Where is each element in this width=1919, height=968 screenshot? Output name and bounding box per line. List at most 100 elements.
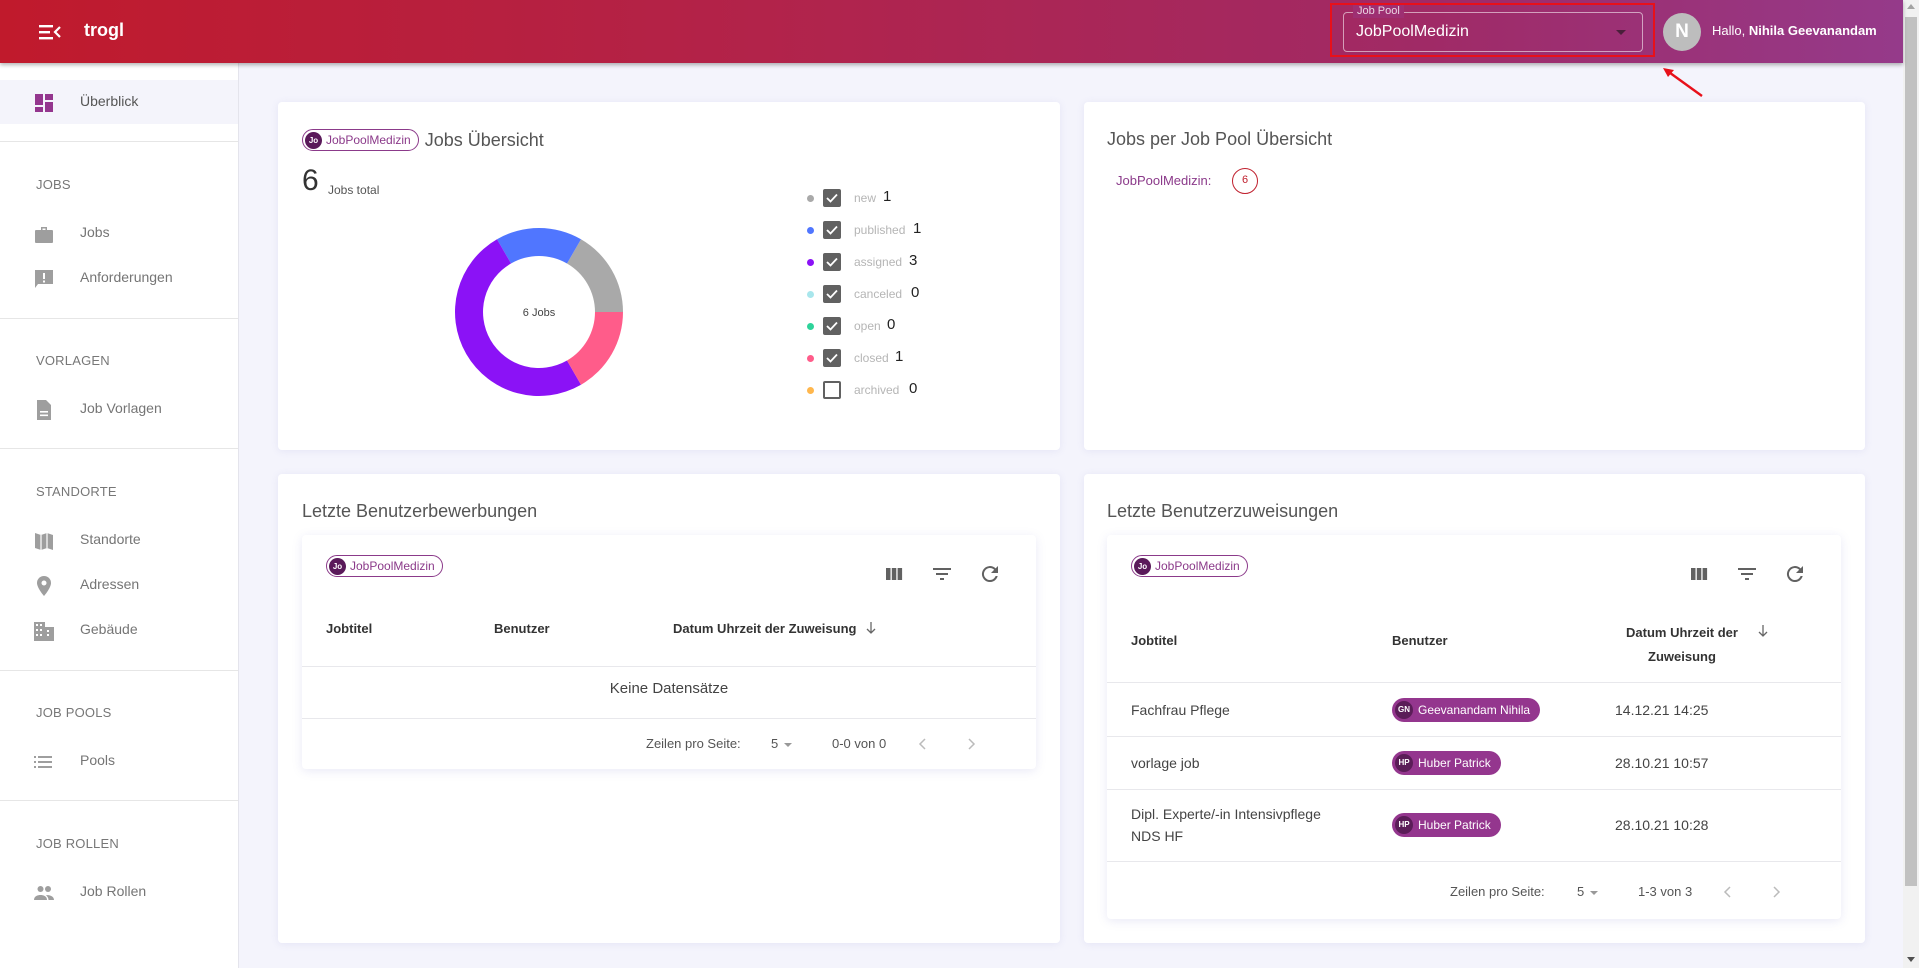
column-header-jobtitle[interactable]: Jobtitel [1131, 633, 1177, 648]
next-page-icon[interactable] [1766, 882, 1786, 902]
sidebar-divider [0, 670, 238, 671]
cell-date: 28.10.21 10:57 [1615, 754, 1709, 771]
legend-count: 0 [911, 284, 920, 301]
user-chip-label: Huber Patrick [1418, 818, 1491, 832]
sidebar-item-jobs[interactable]: Jobs [0, 211, 238, 255]
sidebar-item-locations[interactable]: Standorte [0, 518, 238, 562]
legend-checkbox[interactable] [823, 381, 841, 399]
user-greeting[interactable]: Hallo, Nihila Geevanandam [1712, 23, 1877, 38]
menu-open-icon [39, 25, 61, 40]
previous-page-icon[interactable] [1718, 882, 1738, 902]
map-icon [35, 533, 53, 550]
column-header-date[interactable]: Datum Uhrzeit der Zuweisung [1617, 621, 1747, 669]
filter-icon[interactable] [930, 562, 954, 586]
chip-avatar: Jo [305, 131, 322, 149]
user-chip[interactable]: HP Huber Patrick [1392, 750, 1501, 775]
rows-per-page-label: Zeilen pro Seite: [646, 736, 741, 751]
refresh-icon[interactable] [1783, 562, 1807, 586]
sort-descending-icon[interactable] [1756, 624, 1770, 638]
empty-table-message: Keine Datensätze [609, 680, 729, 697]
recent-assignments-card: Letzte Benutzerzuweisungen Jo JobPoolMed… [1084, 474, 1865, 943]
jobs-overview-card: Jo JobPoolMedizin Jobs Übersicht 6 Jobs … [278, 102, 1060, 450]
row-divider [1107, 861, 1841, 862]
sidebar-item-overview[interactable]: Überblick [0, 80, 238, 124]
checkmark-icon [826, 353, 838, 363]
refresh-icon[interactable] [978, 562, 1002, 586]
job-pool-select[interactable]: Job Pool JobPoolMedizin [1343, 5, 1643, 52]
legend-checkbox[interactable] [823, 317, 841, 335]
columns-icon[interactable] [882, 562, 906, 586]
job-pool-chip[interactable]: Jo JobPoolMedizin [302, 129, 419, 151]
job-pool-filter-chip[interactable]: Jo JobPoolMedizin [326, 555, 443, 577]
legend-label: new [854, 191, 877, 205]
cell-date: 28.10.21 10:28 [1615, 817, 1709, 833]
column-header-user[interactable]: Benutzer [1392, 633, 1448, 648]
cell-jobtitle: Fachfrau Pflege [1131, 701, 1230, 718]
column-header-date[interactable]: Datum Uhrzeit der Zuweisung [673, 621, 878, 636]
sidebar-item-buildings[interactable]: Gebäude [0, 608, 238, 652]
pool-name-link[interactable]: JobPoolMedizin: [1116, 173, 1211, 188]
chip-label: JobPoolMedizin [350, 559, 435, 573]
legend-checkbox[interactable] [823, 221, 841, 239]
donut-slice-published[interactable] [497, 228, 581, 264]
sidebar-divider [0, 318, 238, 319]
dropdown-caret-icon [1590, 890, 1599, 895]
scroll-up-arrow-icon[interactable] [1907, 4, 1915, 9]
row-divider [302, 718, 1036, 719]
rows-per-page-select[interactable]: 5 [771, 736, 793, 751]
legend-checkbox[interactable] [823, 189, 841, 207]
sidebar-item-addresses[interactable]: Adressen [0, 563, 238, 607]
columns-icon[interactable] [1687, 562, 1711, 586]
sidebar-item-label: Adressen [80, 576, 140, 592]
column-header-user[interactable]: Benutzer [494, 621, 550, 636]
legend-color-dot [807, 259, 814, 266]
sidebar-section-job-roles: JOB ROLLEN [36, 836, 119, 851]
previous-page-icon[interactable] [913, 734, 933, 754]
user-name: Nihila Geevanandam [1748, 23, 1877, 38]
column-header-jobtitle[interactable]: Jobtitel [326, 621, 372, 636]
rows-per-page-select[interactable]: 5 [1577, 884, 1599, 899]
sidebar-item-pools[interactable]: Pools [0, 739, 238, 783]
card-title: Letzte Benutzerzuweisungen [1107, 501, 1339, 521]
sidebar-item-label: Gebäude [80, 621, 138, 637]
chip-label: JobPoolMedizin [1155, 559, 1240, 573]
dropdown-caret-icon [784, 742, 793, 747]
scrollbar-thumb[interactable] [1905, 17, 1917, 886]
row-divider [1107, 789, 1841, 790]
next-page-icon[interactable] [961, 734, 981, 754]
sidebar-divider [0, 141, 238, 142]
briefcase-icon [35, 227, 53, 243]
donut-slice-closed[interactable] [567, 312, 623, 385]
user-chip[interactable]: GN Geevanandam Nihila [1392, 697, 1541, 722]
legend-label: published [854, 223, 906, 237]
sidebar-item-job-roles[interactable]: Job Rollen [0, 870, 238, 914]
filter-icon[interactable] [1735, 562, 1759, 586]
sidebar-item-job-templates[interactable]: Job Vorlagen [0, 387, 238, 431]
donut-slice-assigned[interactable] [455, 239, 581, 396]
job-pool-filter-chip[interactable]: Jo JobPoolMedizin [1131, 555, 1248, 577]
pool-overview-card: Jobs per Job Pool Übersicht JobPoolMediz… [1084, 102, 1865, 450]
menu-collapse-button[interactable] [36, 18, 64, 46]
checkmark-icon [826, 225, 838, 235]
jobs-total-count: 6 [302, 164, 319, 197]
user-chip[interactable]: HP Huber Patrick [1392, 813, 1501, 837]
scroll-down-arrow-icon[interactable] [1907, 957, 1915, 962]
user-avatar[interactable]: N [1663, 13, 1701, 51]
building-icon [34, 622, 54, 641]
legend-checkbox[interactable] [823, 285, 841, 303]
people-icon [34, 886, 54, 900]
legend-label: closed [854, 351, 889, 365]
pagination-range: 1-3 von 3 [1638, 884, 1693, 899]
app-header: trogl Job Pool JobPoolMedizin N Hallo, N… [0, 0, 1903, 63]
legend-checkbox[interactable] [823, 349, 841, 367]
page-scrollbar[interactable] [1903, 0, 1919, 968]
row-divider [302, 666, 1036, 667]
sidebar-item-label: Jobs [80, 224, 110, 240]
sidebar-item-label: Standorte [80, 531, 141, 547]
sidebar-item-label: Job Vorlagen [80, 400, 162, 416]
rows-per-page-label: Zeilen pro Seite: [1450, 884, 1545, 899]
legend-checkbox[interactable] [823, 253, 841, 271]
donut-slice-new[interactable] [567, 239, 623, 312]
sidebar-item-requests[interactable]: Anforderungen [0, 256, 238, 300]
rows-per-page-value: 5 [771, 736, 779, 751]
